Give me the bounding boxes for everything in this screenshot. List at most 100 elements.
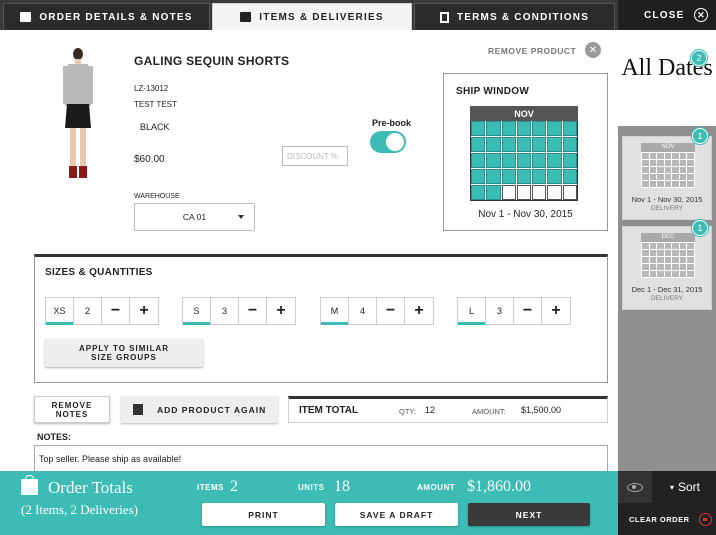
save-draft-button[interactable]: SAVE A DRAFT [335,503,458,526]
add-product-again-button[interactable]: ADD PRODUCT AGAIN [121,396,278,423]
delivery-sidebar: CLOSE ✕ All Dates 2 NOV Nov 1 - Nov 30, … [618,0,716,535]
item-qty-value: 12 [425,405,436,415]
delivery-card-dec[interactable]: DEC Dec 1 - Dec 31, 2015 DELIVERY [622,226,712,310]
delivery-badge: 1 [692,220,708,236]
units-value: 18 [334,478,350,495]
mini-calendar-grid [641,152,695,188]
order-totals-footer: Order Totals (2 Items, 2 Deliveries) ITE… [0,471,618,535]
tab-bar: ORDER DETAILS & NOTES ITEMS & DELIVERIES… [0,0,618,30]
units-label: UNITS [298,483,325,492]
qty-input[interactable]: 4 [349,298,377,324]
decrement-button[interactable]: − [239,298,267,324]
decrement-button[interactable]: − [102,298,130,324]
close-icon: ✕ [694,8,709,22]
tab-terms-conditions[interactable]: TERMS & CONDITIONS [414,3,615,30]
order-totals-subtitle: (2 Items, 2 Deliveries) [21,502,138,517]
remove-notes-button[interactable]: REMOVE NOTES [34,396,110,423]
remove-product-icon[interactable]: ✕ [585,42,601,58]
qty-group-s: S 3 − + [182,297,296,325]
product-image [63,48,93,178]
mini-calendar: NOV [641,143,695,193]
ship-window: SHIP WINDOW NOV Nov 1 - Nov 30, 2015 [443,73,608,231]
tab-items-deliveries[interactable]: ITEMS & DELIVERIES [212,3,412,30]
increment-button[interactable]: + [542,298,570,324]
remove-notes-line2: NOTES [55,410,89,419]
product-name: GALING SEQUIN SHORTS [134,54,290,68]
add-again-label: ADD PRODUCT AGAIN [157,404,267,415]
notes-label: NOTES: [37,432,72,442]
document-icon [439,11,449,23]
qty-input[interactable]: 2 [74,298,102,324]
warehouse-label: WAREHOUSE [134,193,180,200]
notes-textarea[interactable]: Top seller. Please ship as available! [34,445,608,471]
size-label: XS [46,298,74,325]
calendar-grid [470,121,578,201]
tab-label: ITEMS & DELIVERIES [259,11,384,23]
mini-calendar-month: NOV [641,143,695,152]
delivery-badge: 1 [692,128,708,144]
item-total-label: ITEM TOTAL [299,405,359,416]
item-total: ITEM TOTAL QTY: 12 AMOUNT: $1,500.00 [288,396,608,423]
sidebar-footer: ▾ Sort CLEAR ORDER [618,471,716,535]
delivery-label: DELIVERY [650,205,684,212]
delivery-range: Dec 1 - Dec 31, 2015 [631,285,703,294]
tab-order-details[interactable]: ORDER DETAILS & NOTES [3,3,210,30]
sort-button[interactable]: ▾ Sort [654,471,716,503]
ship-window-calendar[interactable]: NOV [470,106,578,201]
prebook-toggle[interactable] [370,131,406,153]
item-amount-value: $1,500.00 [521,405,562,415]
box-icon [20,12,32,22]
caret-down-icon: ▾ [669,482,674,492]
apply-label-line2: SIZE GROUPS [91,353,157,362]
warehouse-select[interactable]: CA 01 [134,203,255,231]
prebook-label: Pre-book [372,118,412,128]
amount-label: AMOUNT [417,483,456,492]
remove-notes-line1: REMOVE [51,401,93,410]
delivery-card-nov[interactable]: NOV Nov 1 - Nov 30, 2015 DELIVERY [622,136,712,220]
close-label: CLOSE [644,9,685,21]
view-toggle-button[interactable] [618,471,652,503]
eye-icon [627,482,643,492]
increment-button[interactable]: + [405,298,433,324]
apply-similar-button[interactable]: APPLY TO SIMILAR SIZE GROUPS [45,339,203,367]
order-totals-title: Order Totals [48,478,133,497]
print-button[interactable]: PRINT [202,503,325,526]
increment-button[interactable]: + [267,298,295,324]
remove-product-label[interactable]: REMOVE PRODUCT [488,46,576,56]
delivery-range: Nov 1 - Nov 30, 2015 [631,195,703,204]
shopping-bag-icon [21,475,38,495]
items-value: 2 [230,478,238,495]
items-panel: GALING SEQUIN SHORTS LZ-13012 TEST TEST … [0,30,618,471]
qty-input[interactable]: 3 [211,298,239,324]
next-button[interactable]: NEXT [468,503,590,526]
discount-input[interactable]: DISCOUNT % [282,146,348,166]
close-button[interactable]: CLOSE ✕ [618,0,716,30]
product-description: TEST TEST [134,100,177,109]
sort-label: Sort [678,480,701,494]
mini-calendar-grid [641,242,695,278]
clear-order-button[interactable]: CLEAR ORDER [618,507,716,531]
caret-down-icon [238,215,244,219]
mini-calendar: DEC [641,233,695,283]
all-dates-filter[interactable]: All Dates 2 [618,30,716,126]
increment-button[interactable]: + [130,298,158,324]
sizes-title: SIZES & QUANTITIES [45,267,153,278]
item-amount-label: AMOUNT: [472,407,506,416]
amount-value: $1,860.00 [467,478,531,495]
all-dates-badge: 2 [691,50,707,66]
qty-group-m: M 4 − + [320,297,434,325]
warehouse-value: CA 01 [182,212,207,222]
tab-label: TERMS & CONDITIONS [456,11,590,23]
copy-icon [133,404,143,415]
decrement-button[interactable]: − [514,298,542,324]
product-color: BLACK [140,122,170,132]
clear-order-label: CLEAR ORDER [629,514,690,524]
tab-label: ORDER DETAILS & NOTES [39,11,193,23]
items-label: ITEMS [197,483,224,492]
decrement-button[interactable]: − [377,298,405,324]
size-label: M [321,298,349,325]
qty-group-xs: XS 2 − + [45,297,159,325]
qty-input[interactable]: 3 [486,298,514,324]
mini-calendar-month: DEC [641,233,695,242]
size-label: L [458,298,486,325]
